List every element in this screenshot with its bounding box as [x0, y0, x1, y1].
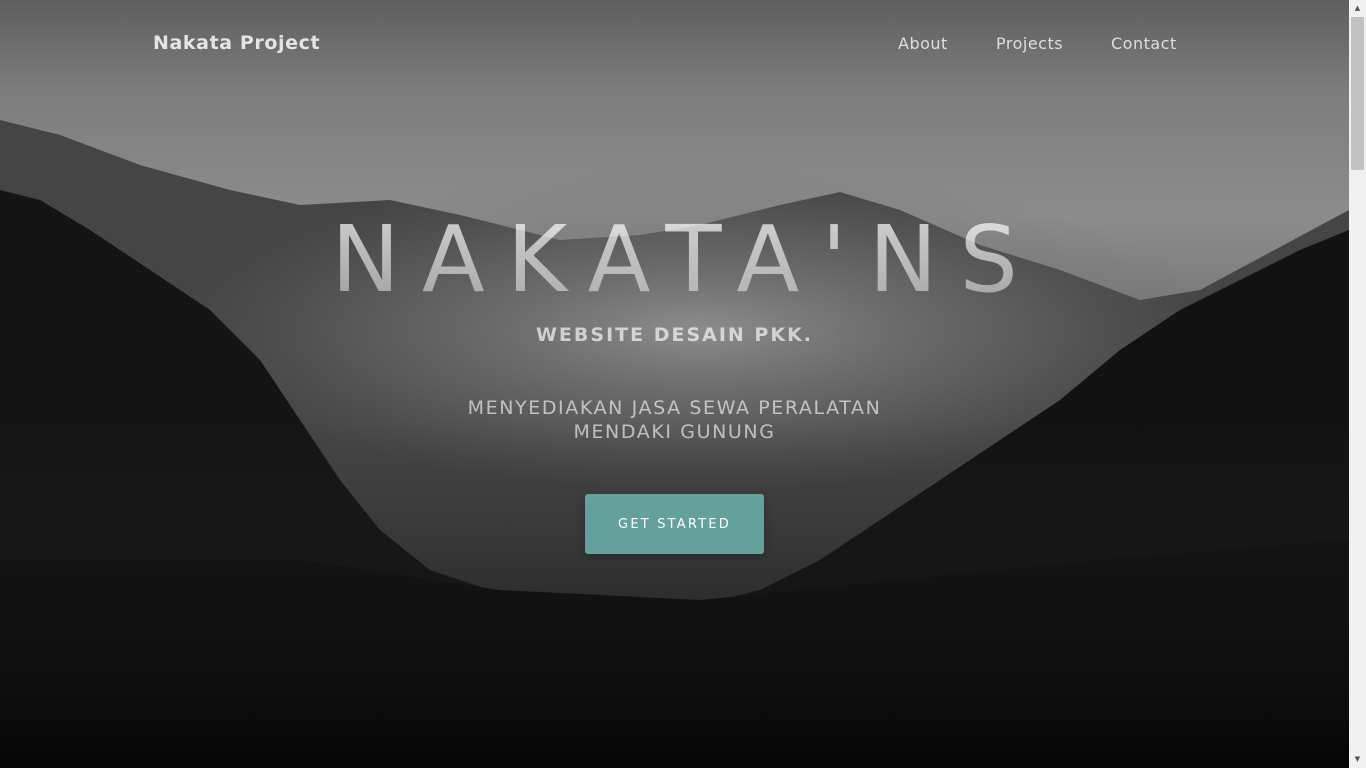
triangle-down-icon[interactable]: ▼	[1349, 751, 1366, 768]
mountain-background-image	[0, 0, 1349, 768]
scrollbar-thumb[interactable]	[1351, 17, 1364, 170]
nav-link-contact[interactable]: Contact	[1111, 34, 1177, 53]
hero-description: MENYEDIAKAN JASA SEWA PERALATAN MENDAKI …	[467, 397, 882, 443]
triangle-up-icon[interactable]: ▲	[1349, 0, 1366, 17]
hero-subtitle: WEBSITE DESAIN PKK.	[535, 324, 814, 346]
hero-title: NAKATA'NS	[0, 200, 1349, 320]
nav-link-about[interactable]: About	[898, 34, 948, 53]
top-navbar: Nakata Project About Projects Contact	[0, 0, 1349, 88]
vertical-scrollbar[interactable]: ▲ ▼	[1349, 0, 1366, 768]
page-viewport: Nakata Project About Projects Contact NA…	[0, 0, 1349, 768]
nav-link-projects[interactable]: Projects	[996, 34, 1063, 53]
get-started-button[interactable]: GET STARTED	[585, 494, 764, 554]
nav-links: About Projects Contact	[0, 34, 1349, 58]
